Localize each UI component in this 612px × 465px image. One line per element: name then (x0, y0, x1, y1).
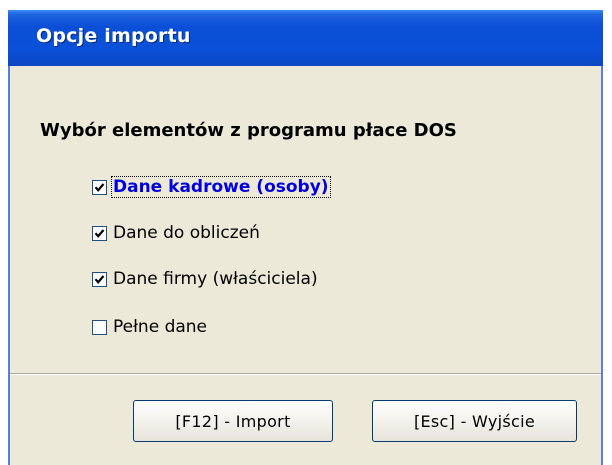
import-options-dialog: Opcje importu Wybór elementów z programu… (8, 10, 603, 465)
option-dane-kadrowe[interactable]: Dane kadrowe (osoby) (92, 176, 331, 198)
option-label: Dane firmy (właściciela) (113, 269, 318, 289)
option-label: Dane do obliczeń (113, 223, 260, 243)
option-label: Pełne dane (113, 317, 208, 337)
option-label: Dane kadrowe (osoby) (111, 176, 331, 198)
section-heading: Wybór elementów z programu płace DOS (40, 120, 457, 141)
option-pelne-dane[interactable]: Pełne dane (92, 316, 208, 338)
checkbox[interactable] (92, 179, 107, 195)
window-title: Opcje importu (36, 25, 191, 47)
checkbox[interactable] (92, 225, 107, 241)
option-dane-do-obliczen[interactable]: Dane do obliczeń (92, 222, 261, 244)
option-dane-firmy[interactable]: Dane firmy (właściciela) (92, 268, 319, 290)
checkbox[interactable] (92, 319, 107, 335)
checkmark-icon (94, 182, 105, 192)
import-button[interactable]: [F12] - Import (133, 400, 333, 442)
title-bar[interactable]: Opcje importu (8, 10, 603, 66)
checkmark-icon (94, 228, 105, 238)
checkbox[interactable] (92, 271, 107, 287)
separator (10, 373, 601, 375)
exit-button[interactable]: [Esc] - Wyjście (372, 400, 577, 442)
checkmark-icon (94, 274, 105, 284)
